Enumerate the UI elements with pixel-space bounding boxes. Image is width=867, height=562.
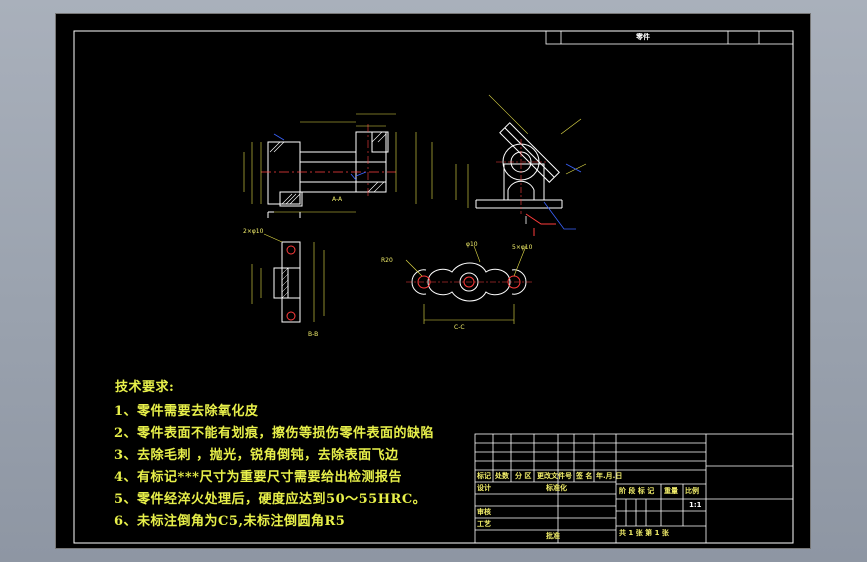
- section-b-view: [273, 241, 301, 323]
- section-b-hatch: [281, 267, 289, 299]
- tech-item-6: 6、未标注倒角为C5,未标注倒圆角R5: [114, 514, 346, 529]
- drawing-sheet: 技术要求: 1、零件需要去除氧化皮 2、零件表面不能有划痕，擦伤等损伤零件表面的…: [55, 13, 811, 549]
- top-strip-frame: [545, 30, 794, 45]
- tech-title: 技术要求:: [115, 380, 175, 395]
- top-strip-part-name: 零件: [636, 33, 650, 41]
- tb-standard: 标准化: [546, 484, 567, 492]
- side-view-cut-marks: [525, 213, 556, 236]
- view-label-a: A-A: [332, 196, 343, 203]
- tb-zone: 分 区: [515, 472, 532, 480]
- tb-stage: 阶 段 标 记: [619, 487, 655, 495]
- side-view-leaders: [543, 163, 582, 230]
- tb-sign: 签 名: [576, 472, 593, 480]
- note-radius: R20: [381, 257, 393, 264]
- note-holes-b: 2×φ10: [243, 228, 264, 235]
- tb-scale-label: 比例: [685, 487, 699, 495]
- tech-item-3: 3、去除毛刺 ，抛光，锐角倒钝，去除表面飞边: [114, 448, 399, 463]
- tb-process: 工艺: [477, 520, 491, 528]
- front-view: [267, 131, 389, 207]
- tech-item-4: 4、有标记***尺寸为重要尺寸需要给出检测报告: [114, 470, 402, 485]
- tech-item-2: 2、零件表面不能有划痕，擦伤等损伤零件表面的缺陷: [114, 426, 435, 441]
- view-label-b: B-B: [308, 331, 319, 338]
- tb-weight: 重量: [664, 487, 678, 495]
- section-cut-marks: [267, 211, 301, 218]
- section-hatch: [269, 131, 387, 205]
- tb-sheets: 共 1 张 第 1 张: [619, 529, 669, 537]
- tb-mark: 标记: [477, 472, 491, 480]
- tb-design: 设计: [477, 484, 491, 492]
- tb-date: 年.月.日: [596, 472, 623, 480]
- tb-approve: 批准: [546, 532, 560, 540]
- top-view-dimensions: [405, 245, 527, 324]
- tb-count: 处数: [495, 472, 509, 480]
- tb-change-doc: 更改文件号: [537, 472, 572, 480]
- tech-item-5: 5、零件经淬火处理后，硬度应达到50～55HRC。: [114, 492, 427, 507]
- tb-scale: 1:1: [689, 501, 702, 509]
- note-diameter: φ10: [466, 241, 478, 248]
- view-label-c: C-C: [454, 324, 465, 331]
- front-view-leaders: [273, 133, 367, 181]
- tb-review: 审核: [477, 508, 491, 516]
- tech-item-1: 1、零件需要去除氧化皮: [114, 404, 259, 419]
- note-holes-top: 5×φ10: [512, 244, 533, 251]
- side-view: [475, 122, 563, 209]
